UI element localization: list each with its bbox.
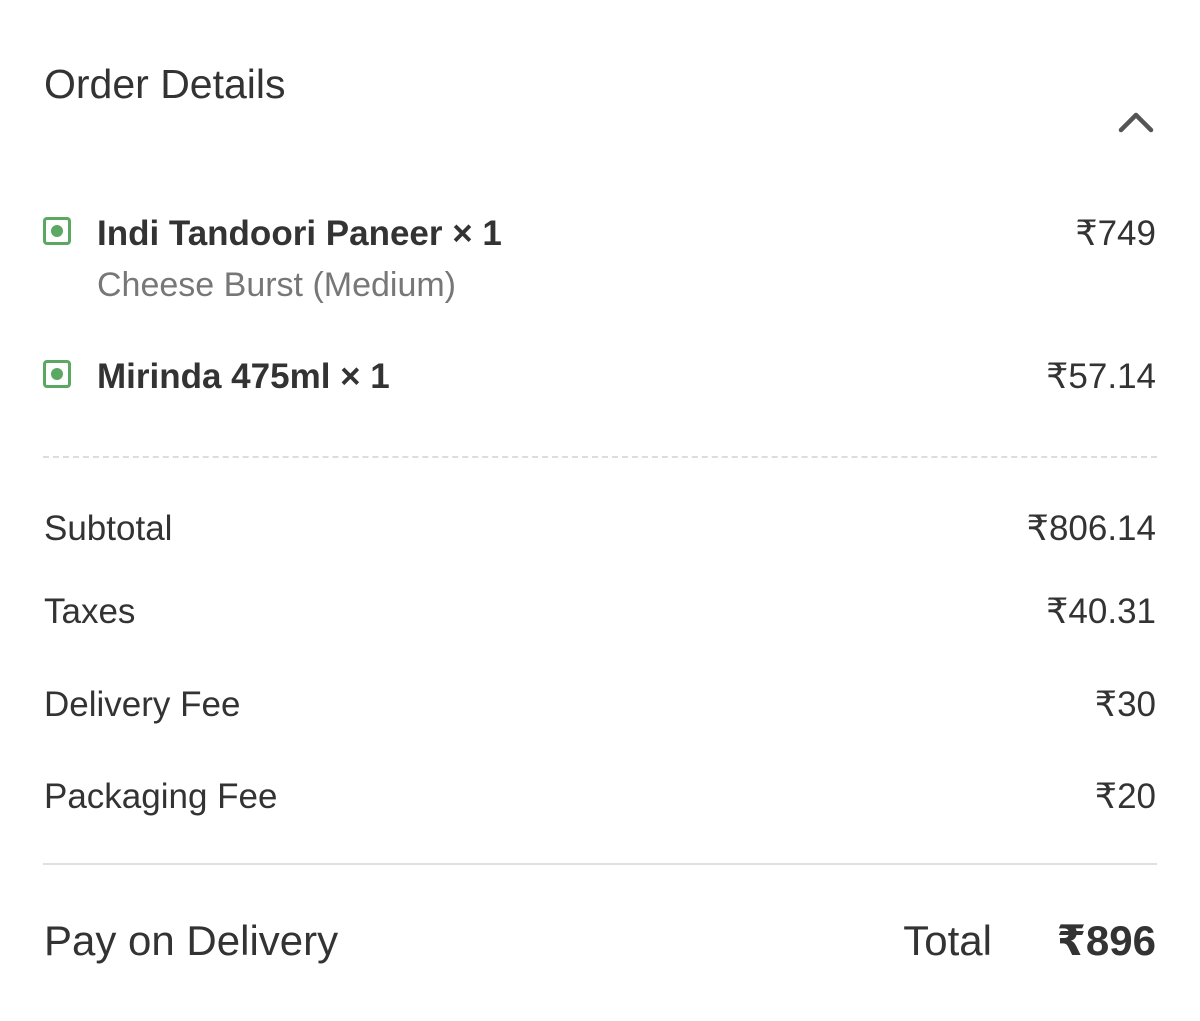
delivery-fee-label: Delivery Fee xyxy=(44,685,241,724)
item-name: Mirinda 475ml × 1 xyxy=(97,357,390,396)
total-divider xyxy=(43,863,1157,865)
payment-method: Pay on Delivery xyxy=(44,917,339,964)
item-variant: Cheese Burst (Medium) xyxy=(97,266,457,304)
veg-indicator-icon xyxy=(43,217,71,245)
total-value: ₹896 xyxy=(1056,917,1156,964)
order-details-title: Order Details xyxy=(44,61,286,107)
collapse-order-details-button[interactable] xyxy=(1112,100,1160,144)
taxes-label: Taxes xyxy=(44,592,136,631)
items-divider xyxy=(43,456,1157,458)
total-label: Total xyxy=(903,917,992,964)
taxes-value: ₹40.31 xyxy=(1046,592,1156,631)
chevron-up-icon xyxy=(1118,112,1154,133)
delivery-fee-value: ₹30 xyxy=(1094,685,1156,724)
subtotal-value: ₹806.14 xyxy=(1026,509,1156,548)
subtotal-label: Subtotal xyxy=(44,509,173,548)
packaging-fee-row: Packaging Fee ₹20 xyxy=(0,775,1200,819)
item-name: Indi Tandoori Paneer × 1 xyxy=(97,214,502,253)
veg-indicator-icon xyxy=(43,360,71,388)
delivery-fee-row: Delivery Fee ₹30 xyxy=(0,683,1200,727)
packaging-fee-value: ₹20 xyxy=(1094,777,1156,816)
subtotal-row: Subtotal ₹806.14 xyxy=(0,507,1200,551)
item-price: ₹57.14 xyxy=(1046,357,1156,396)
taxes-row: Taxes ₹40.31 xyxy=(0,590,1200,634)
packaging-fee-label: Packaging Fee xyxy=(44,777,278,816)
item-price: ₹749 xyxy=(1075,214,1156,253)
